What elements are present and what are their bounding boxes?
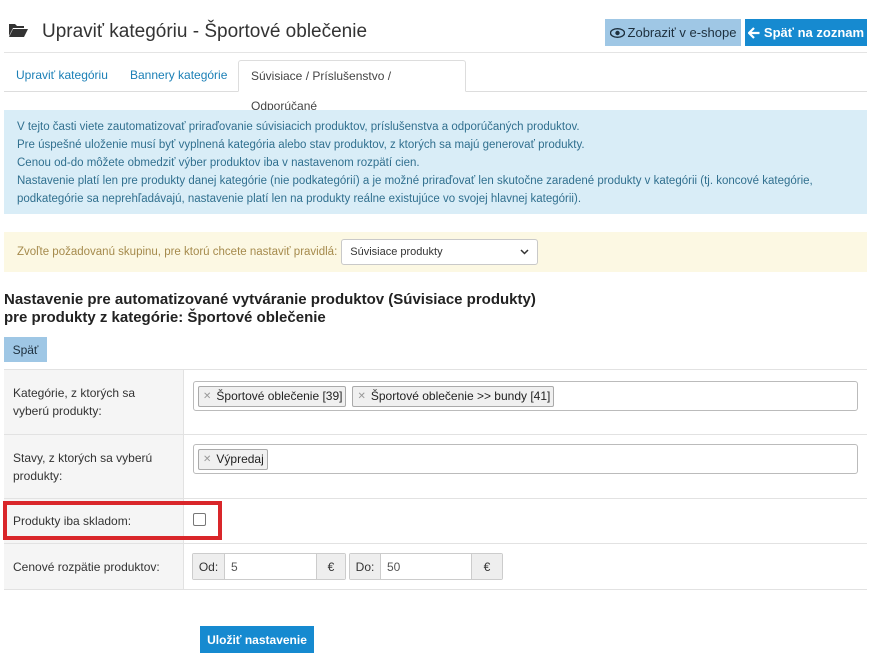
- close-icon[interactable]: ✕: [357, 391, 365, 402]
- back-to-list-label: Späť na zoznam: [763, 25, 865, 40]
- close-icon[interactable]: ✕: [203, 454, 211, 465]
- folder-open-icon: [9, 24, 28, 37]
- header-divider: [4, 52, 867, 53]
- price-to-label: Do:: [350, 554, 381, 579]
- highlight-box: [3, 501, 222, 540]
- tab-category-banners[interactable]: Bannery kategórie: [118, 60, 239, 92]
- back-button[interactable]: Späť: [4, 337, 47, 362]
- info-line: Pre úspešné uloženie musí byť vyplnená k…: [17, 139, 585, 151]
- price-from-input[interactable]: 5: [225, 554, 317, 579]
- price-to-currency: €: [472, 554, 502, 579]
- price-range-row: Cenové rozpätie produktov: Od: 5 € Do: 5…: [4, 544, 867, 590]
- tab-related-products[interactable]: Súvisiace / Príslušenstvo / Odporúčané: [238, 60, 466, 113]
- states-tag-input[interactable]: ✕ Výpredaj: [193, 444, 858, 474]
- price-to-group: Do: 50 €: [349, 553, 503, 580]
- categories-row: Kategórie, z ktorých sa vyberú produkty:…: [4, 369, 867, 435]
- tab-edit-category[interactable]: Upraviť kategóriu: [4, 60, 120, 92]
- states-label: Stavy, z ktorých sa vyberú produkty:: [4, 435, 184, 498]
- categories-label: Kategórie, z ktorých sa vyberú produkty:: [4, 370, 184, 434]
- category-tag: ✕ Športové oblečenie >> bundy [41]: [352, 385, 555, 407]
- view-in-eshop-button[interactable]: Zobraziť v e-shope: [605, 19, 741, 46]
- back-to-list-button[interactable]: Späť na zoznam: [745, 19, 867, 46]
- info-line: podkategórie sa neprehľadávajú, nastaven…: [17, 193, 582, 205]
- info-line: Nastavenie platí len pre produkty danej …: [17, 175, 813, 187]
- state-tag-label: Výpredaj: [216, 452, 264, 466]
- category-tag: ✕ Športové oblečenie [39]: [198, 385, 347, 407]
- states-row: Stavy, z ktorých sa vyberú produkty: ✕ V…: [4, 435, 867, 499]
- eye-icon: [609, 27, 625, 38]
- close-icon[interactable]: ✕: [203, 391, 211, 402]
- info-line: Cenou od-do môžete obmedziť výber produk…: [17, 157, 420, 169]
- price-from-currency: €: [317, 554, 345, 579]
- section-title-line2: pre produkty z kategórie: Športové obleč…: [4, 309, 326, 326]
- info-line: V tejto časti viete zautomatizovať prira…: [17, 121, 580, 133]
- section-title-line1: Nastavenie pre automatizované vytváranie…: [4, 291, 536, 308]
- view-in-eshop-label: Zobraziť v e-shope: [627, 25, 737, 40]
- save-settings-button[interactable]: Uložiť nastavenie: [200, 626, 314, 653]
- categories-tag-input[interactable]: ✕ Športové oblečenie [39] ✕ Športové obl…: [193, 381, 858, 411]
- price-to-input[interactable]: 50: [381, 554, 472, 579]
- chevron-down-icon: [520, 249, 529, 255]
- price-from-label: Od:: [193, 554, 225, 579]
- group-selector-panel: Zvoľte požadovanú skupinu, pre ktorú chc…: [4, 232, 867, 272]
- category-tag-label: Športové oblečenie >> bundy [41]: [370, 389, 551, 403]
- group-select[interactable]: Súvisiace produkty: [341, 239, 539, 265]
- info-box: V tejto časti viete zautomatizovať prira…: [4, 110, 867, 214]
- price-from-group: Od: 5 €: [192, 553, 346, 580]
- group-selector-label: Zvoľte požadovanú skupinu, pre ktorú chc…: [17, 246, 338, 258]
- section-title: Nastavenie pre automatizované vytváranie…: [4, 291, 536, 327]
- price-range-label: Cenové rozpätie produktov:: [4, 544, 184, 589]
- page-title: Upraviť kategóriu - Športové oblečenie: [42, 21, 368, 42]
- category-tag-label: Športové oblečenie [39]: [216, 389, 343, 403]
- arrow-left-icon: [747, 26, 760, 39]
- group-select-value: Súvisiace produkty: [350, 246, 443, 258]
- state-tag: ✕ Výpredaj: [198, 448, 268, 470]
